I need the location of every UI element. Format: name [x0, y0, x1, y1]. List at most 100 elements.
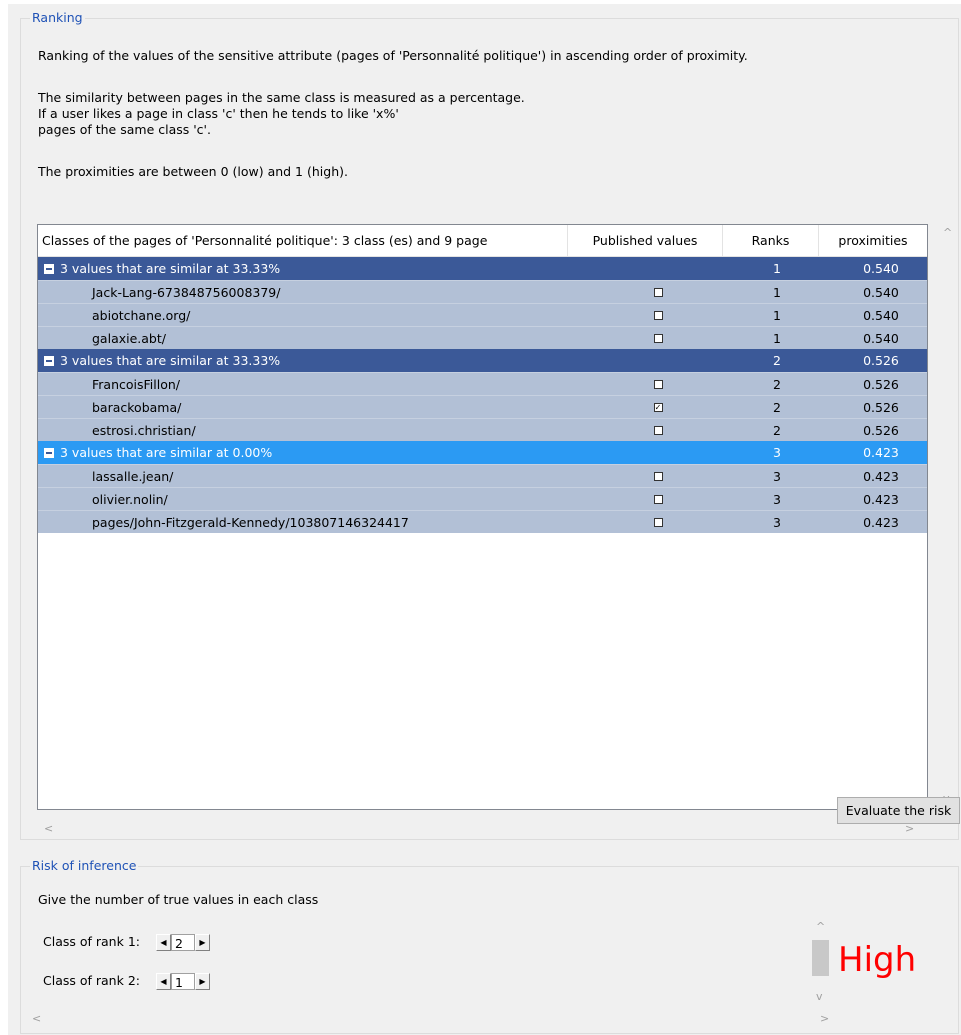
collapse-icon[interactable]: [44, 263, 54, 274]
published-checkbox[interactable]: [598, 281, 718, 304]
class-rank-2-value[interactable]: 1: [171, 972, 195, 990]
class-rank-2-spinner[interactable]: ◀ 1 ▶: [156, 971, 210, 991]
risk-scroll-left-icon[interactable]: <: [32, 1012, 41, 1025]
checkbox-icon[interactable]: [653, 472, 663, 481]
group-proximity: 0.540: [863, 261, 899, 276]
page-rank: 2: [773, 423, 781, 438]
table-group-row[interactable]: 3 values that are similar at 33.33% 1 0.54…: [38, 257, 927, 280]
ranking-description: Ranking of the values of the sensitive a…: [38, 48, 748, 63]
checkbox-icon[interactable]: [653, 495, 663, 504]
table-row[interactable]: galaxie.abt/1 0.540: [38, 326, 927, 349]
page-proximity: 0.423: [863, 469, 899, 484]
page-proximity: 0.540: [863, 308, 899, 323]
table-row[interactable]: barackobama/ ✓ 2 0.526: [38, 395, 927, 418]
column-header-published[interactable]: Published values: [568, 225, 723, 256]
group-proximity: 0.423: [863, 445, 899, 460]
page-name: abiotchane.org/: [92, 308, 191, 323]
table-row[interactable]: olivier.nolin/3 0.423: [38, 487, 927, 510]
increment-arrow-icon[interactable]: ▶: [195, 933, 210, 951]
classes-tree-table[interactable]: Classes of the pages of 'Personnalité po…: [37, 224, 928, 810]
table-group-row[interactable]: 3 values that are similar at 33.33% 2 0.52…: [38, 349, 927, 372]
class-rank-1-spinner[interactable]: ◀ 2 ▶: [156, 932, 210, 952]
page-proximity: 0.423: [863, 515, 899, 530]
page-rank: 1: [773, 308, 781, 323]
table-row[interactable]: lassalle.jean/3 0.423: [38, 464, 927, 487]
table-row[interactable]: estrosi.christian/2 0.526: [38, 418, 927, 441]
group-label: 3 values that are similar at 33.33%: [44, 349, 280, 372]
class-rank-2-label: Class of rank 2:: [43, 973, 140, 988]
page-name: lassalle.jean/: [92, 469, 174, 484]
ranking-group-title: Ranking: [30, 10, 85, 25]
page-name: estrosi.christian/: [92, 423, 196, 438]
page-rank: 1: [773, 331, 781, 346]
published-checkbox[interactable]: [598, 373, 718, 396]
evaluate-risk-button[interactable]: Evaluate the risk: [837, 797, 960, 824]
column-header-classes[interactable]: Classes of the pages of 'Personnalité po…: [38, 225, 568, 256]
page-name: Jack-Lang-673848756008379/: [92, 285, 281, 300]
similarity-description: The similarity between pages in the same…: [38, 90, 525, 105]
risk-group-title: Risk of inference: [30, 858, 139, 873]
table-group-row[interactable]: 3 values that are similar at 0.00% 3 0.423: [38, 441, 927, 464]
group-label-text: 3 values that are similar at 0.00%: [60, 445, 273, 460]
similarity-description-line3: pages of the same class 'c'.: [38, 122, 211, 137]
column-header-ranks[interactable]: Ranks: [723, 225, 819, 256]
decrement-arrow-icon[interactable]: ◀: [156, 933, 171, 951]
page-rank: 3: [773, 492, 781, 507]
published-checkbox[interactable]: [598, 327, 718, 350]
page-name: pages/John-Fitzgerald-Kennedy/1038071463…: [92, 515, 409, 530]
published-checkbox[interactable]: [598, 304, 718, 327]
collapse-icon[interactable]: [44, 447, 54, 458]
page-rank: 2: [773, 377, 781, 392]
group-rank: 2: [773, 353, 781, 368]
checkbox-icon[interactable]: [653, 426, 663, 435]
table-row[interactable]: Jack-Lang-673848756008379/1 0.540: [38, 280, 927, 303]
table-row[interactable]: FrancoisFillon/2 0.526: [38, 372, 927, 395]
similarity-description-line2: If a user likes a page in class 'c' then…: [38, 106, 399, 121]
table-row[interactable]: pages/John-Fitzgerald-Kennedy/1038071463…: [38, 510, 927, 533]
class-rank-1-value[interactable]: 2: [171, 933, 195, 951]
page-proximity: 0.526: [863, 423, 899, 438]
risk-scroll-thumb[interactable]: [812, 940, 829, 976]
page-rank: 3: [773, 469, 781, 484]
published-checkbox[interactable]: [598, 488, 718, 511]
published-checkbox[interactable]: [598, 511, 718, 534]
page-proximity: 0.540: [863, 285, 899, 300]
page-name: FrancoisFillon/: [92, 377, 180, 392]
group-label-text: 3 values that are similar at 33.33%: [60, 261, 281, 276]
group-proximity: 0.526: [863, 353, 899, 368]
group-label: 3 values that are similar at 33.33%: [44, 257, 280, 280]
page-name: galaxie.abt/: [92, 331, 166, 346]
page-proximity: 0.423: [863, 492, 899, 507]
checkbox-icon[interactable]: [653, 334, 663, 343]
table-scroll-up-icon[interactable]: ^: [943, 226, 952, 239]
page-name: barackobama/: [92, 400, 182, 415]
published-checkbox[interactable]: [598, 419, 718, 442]
page-proximity: 0.540: [863, 331, 899, 346]
risk-scroll-down-icon[interactable]: v: [816, 990, 823, 1003]
risk-scroll-right-icon[interactable]: >: [820, 1012, 829, 1025]
published-checkbox[interactable]: ✓: [598, 396, 718, 419]
page-rank: 1: [773, 285, 781, 300]
page-rank: 3: [773, 515, 781, 530]
checkbox-icon[interactable]: [653, 311, 663, 320]
table-header: Classes of the pages of 'Personnalité po…: [38, 225, 927, 257]
class-rank-1-label: Class of rank 1:: [43, 934, 140, 949]
page-proximity: 0.526: [863, 377, 899, 392]
checkbox-icon[interactable]: [653, 380, 663, 389]
risk-scroll-up-icon[interactable]: ^: [816, 920, 825, 933]
published-checkbox[interactable]: [598, 465, 718, 488]
page-name: olivier.nolin/: [92, 492, 168, 507]
checkbox-icon[interactable]: ✓: [653, 403, 663, 412]
checkbox-icon[interactable]: [653, 518, 663, 527]
page-proximity: 0.526: [863, 400, 899, 415]
decrement-arrow-icon[interactable]: ◀: [156, 972, 171, 990]
risk-level-label: High: [838, 940, 917, 980]
table-row[interactable]: abiotchane.org/1 0.540: [38, 303, 927, 326]
checkbox-icon[interactable]: [653, 288, 663, 297]
collapse-icon[interactable]: [44, 355, 54, 366]
group-label-text: 3 values that are similar at 33.33%: [60, 353, 281, 368]
group-rank: 3: [773, 445, 781, 460]
column-header-proximities[interactable]: proximities: [819, 225, 927, 256]
increment-arrow-icon[interactable]: ▶: [195, 972, 210, 990]
table-scroll-left-icon[interactable]: <: [44, 822, 53, 835]
